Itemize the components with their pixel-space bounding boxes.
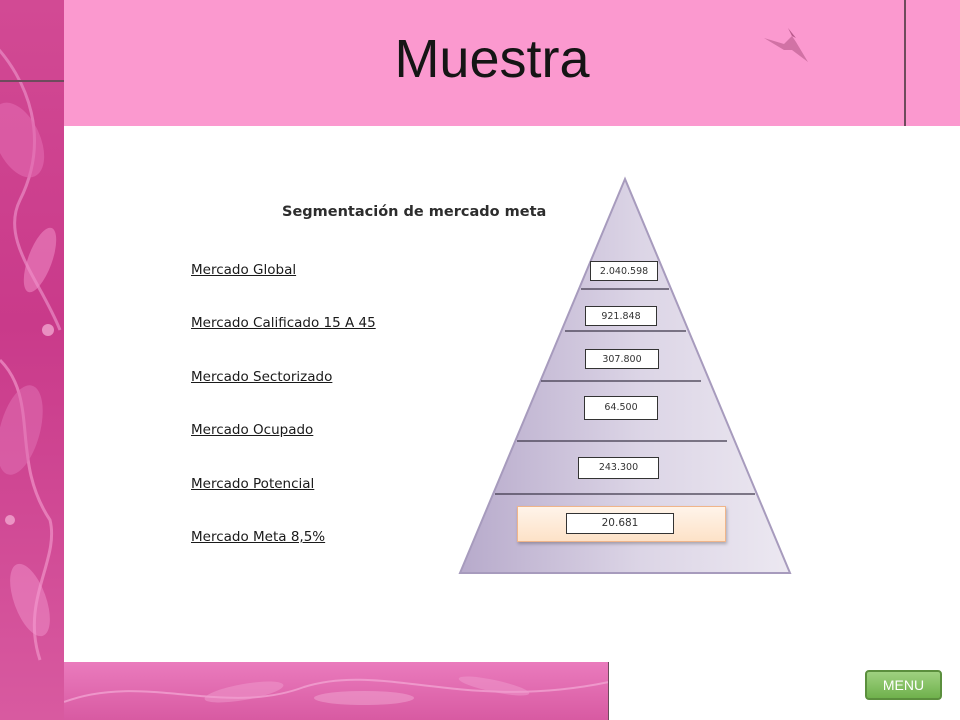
value-mercado-potencial: 243.300 [578, 457, 659, 479]
bottom-divider [608, 662, 609, 720]
value-mercado-calificado: 921.848 [585, 306, 657, 326]
value-mercado-sectorizado: 307.800 [585, 349, 659, 369]
value-mercado-meta: 20.681 [566, 513, 674, 534]
decorative-side-strip [0, 0, 64, 720]
link-mercado-ocupado[interactable]: Mercado Ocupado [191, 422, 313, 438]
decorative-bottom-bar [64, 662, 609, 720]
value-mercado-global: 2.040.598 [590, 261, 658, 281]
link-mercado-potencial[interactable]: Mercado Potencial [191, 476, 314, 492]
menu-button[interactable]: MENU [865, 670, 942, 700]
link-mercado-meta[interactable]: Mercado Meta 8,5% [191, 529, 325, 545]
link-mercado-global[interactable]: Mercado Global [191, 262, 296, 278]
link-mercado-calificado[interactable]: Mercado Calificado 15 A 45 [191, 315, 376, 331]
feather-pattern [0, 48, 62, 661]
link-mercado-sectorizado[interactable]: Mercado Sectorizado [191, 369, 332, 385]
slide-title: Muestra [394, 29, 590, 89]
value-mercado-ocupado: 64.500 [584, 396, 658, 420]
hummingbird-icon [764, 28, 808, 62]
